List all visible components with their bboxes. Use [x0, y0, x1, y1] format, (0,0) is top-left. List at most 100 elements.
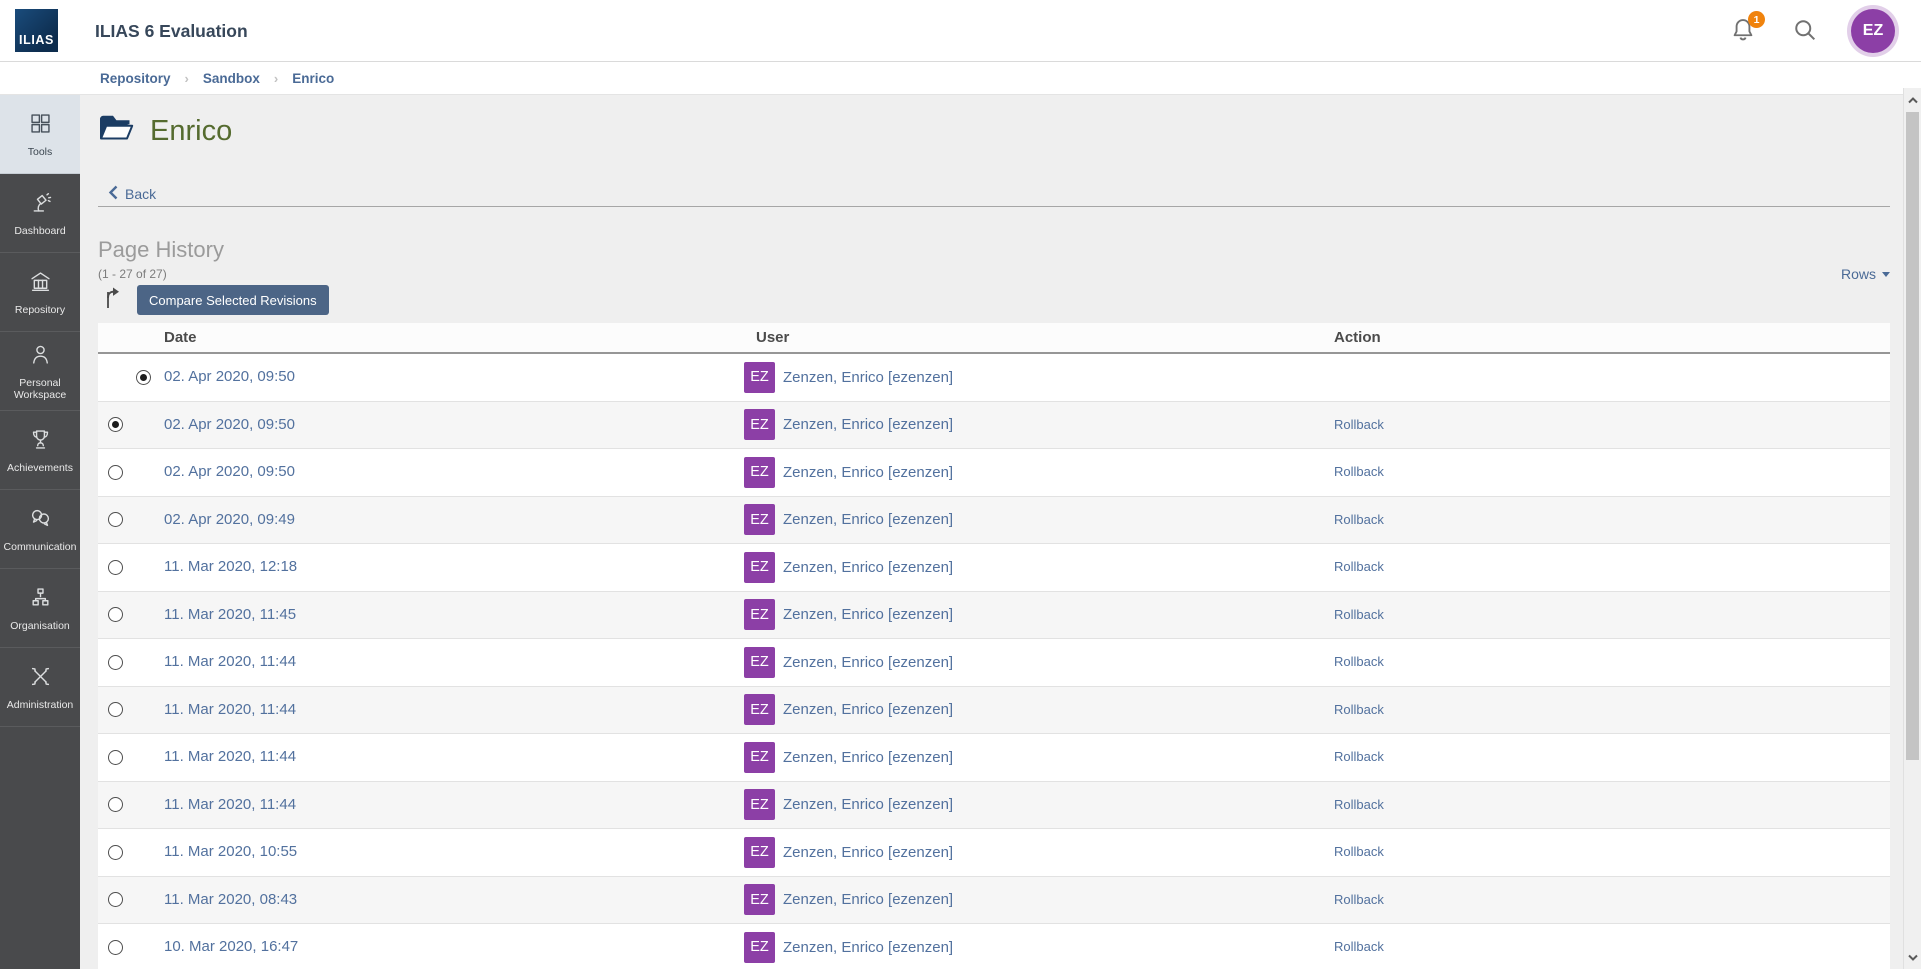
revision-radio[interactable]	[108, 512, 123, 527]
user-link[interactable]: Zenzen, Enrico [ezenzen]	[783, 701, 953, 718]
sidebar-item-organisation[interactable]: Organisation	[0, 569, 80, 648]
revision-radio-cell	[98, 940, 164, 955]
object-header: Enrico	[98, 113, 232, 149]
breadcrumb-item-enrico[interactable]: Enrico	[292, 71, 334, 86]
user-link[interactable]: Zenzen, Enrico [ezenzen]	[783, 796, 953, 813]
user-link[interactable]: Zenzen, Enrico [ezenzen]	[783, 511, 953, 528]
revision-radio[interactable]	[108, 750, 123, 765]
breadcrumb-item-sandbox[interactable]: Sandbox	[203, 71, 260, 86]
rollback-link[interactable]: Rollback	[1334, 559, 1384, 574]
sidebar-item-repository[interactable]: Repository	[0, 253, 80, 332]
revision-radio[interactable]	[108, 797, 123, 812]
user-link[interactable]: Zenzen, Enrico [ezenzen]	[783, 416, 953, 433]
breadcrumb-item-repository[interactable]: Repository	[100, 71, 171, 86]
user-link[interactable]: Zenzen, Enrico [ezenzen]	[783, 606, 953, 623]
radio-slot-1	[108, 702, 136, 717]
user-cell: EZZenzen, Enrico [ezenzen]	[744, 884, 1334, 915]
user-avatar[interactable]: EZ	[1851, 9, 1895, 53]
user-link[interactable]: Zenzen, Enrico [ezenzen]	[783, 654, 953, 671]
rollback-link[interactable]: Rollback	[1334, 464, 1384, 479]
user-link[interactable]: Zenzen, Enrico [ezenzen]	[783, 891, 953, 908]
revision-date-link[interactable]: 11. Mar 2020, 11:44	[164, 796, 296, 813]
sidebar-item-label: Achievements	[5, 463, 75, 475]
revision-date-link[interactable]: 11. Mar 2020, 11:44	[164, 653, 296, 670]
main-content: Enrico Back Page History (1 - 27 of 27) …	[80, 95, 1903, 969]
sidebar-item-achievements[interactable]: Achievements	[0, 411, 80, 490]
revision-radio[interactable]	[108, 465, 123, 480]
rollback-link[interactable]: Rollback	[1334, 654, 1384, 669]
revision-radio[interactable]	[108, 940, 123, 955]
revision-date-link[interactable]: 11. Mar 2020, 11:45	[164, 606, 296, 623]
rollback-link[interactable]: Rollback	[1334, 844, 1384, 859]
revision-date-link[interactable]: 11. Mar 2020, 10:55	[164, 843, 297, 860]
search-icon	[1791, 16, 1819, 47]
rollback-link[interactable]: Rollback	[1334, 892, 1384, 907]
revision-date-link[interactable]: 02. Apr 2020, 09:50	[164, 416, 295, 433]
sidebar-item-personal-workspace[interactable]: Personal Workspace	[0, 332, 80, 411]
ilias-logo[interactable]: ILIAS	[15, 9, 58, 52]
rollback-link[interactable]: Rollback	[1334, 749, 1384, 764]
scroll-down-arrow[interactable]	[1904, 949, 1921, 965]
sidebar-item-label: Repository	[13, 305, 67, 317]
rollback-link[interactable]: Rollback	[1334, 702, 1384, 717]
logo-text: ILIAS	[19, 33, 54, 47]
rollback-link[interactable]: Rollback	[1334, 797, 1384, 812]
scrollbar-thumb[interactable]	[1906, 112, 1919, 760]
rollback-link[interactable]: Rollback	[1334, 607, 1384, 622]
user-link[interactable]: Zenzen, Enrico [ezenzen]	[783, 369, 953, 386]
user-cell: EZZenzen, Enrico [ezenzen]	[744, 504, 1334, 535]
revision-date-link[interactable]: 02. Apr 2020, 09:50	[164, 368, 295, 385]
revision-radio[interactable]	[108, 655, 123, 670]
date-cell: 11. Mar 2020, 11:44	[164, 653, 744, 671]
sidebar-item-administration[interactable]: Administration	[0, 648, 80, 727]
revision-radio[interactable]	[108, 607, 123, 622]
vertical-scrollbar[interactable]	[1903, 88, 1921, 969]
sidebar-item-tools[interactable]: Tools	[0, 95, 80, 174]
revision-radio[interactable]	[108, 892, 123, 907]
sidebar-item-label: Communication	[2, 542, 79, 554]
scroll-up-arrow[interactable]	[1904, 92, 1921, 108]
action-cell: Rollback	[1334, 511, 1890, 529]
revision-date-link[interactable]: 11. Mar 2020, 12:18	[164, 558, 297, 575]
revision-radio[interactable]	[136, 370, 151, 385]
revision-radio[interactable]	[108, 845, 123, 860]
revision-radio[interactable]	[108, 560, 123, 575]
chevron-right-icon: ›	[274, 71, 278, 86]
range-info: (1 - 27 of 27)	[98, 267, 167, 281]
date-cell: 10. Mar 2020, 16:47	[164, 938, 744, 956]
page-title: Enrico	[150, 115, 232, 148]
compare-selected-revisions-button[interactable]: Compare Selected Revisions	[137, 285, 329, 315]
revision-radio[interactable]	[108, 702, 123, 717]
user-link[interactable]: Zenzen, Enrico [ezenzen]	[783, 464, 953, 481]
back-label: Back	[125, 186, 156, 202]
rows-dropdown[interactable]: Rows	[1841, 266, 1890, 282]
revision-date-link[interactable]: 11. Mar 2020, 11:44	[164, 748, 296, 765]
back-link[interactable]: Back	[108, 185, 156, 203]
user-link[interactable]: Zenzen, Enrico [ezenzen]	[783, 749, 953, 766]
user-link[interactable]: Zenzen, Enrico [ezenzen]	[783, 939, 953, 956]
revision-date-link[interactable]: 11. Mar 2020, 11:44	[164, 701, 296, 718]
sidebar-item-communication[interactable]: Communication	[0, 490, 80, 569]
rollback-link[interactable]: Rollback	[1334, 417, 1384, 432]
search-button[interactable]	[1789, 15, 1821, 47]
revision-date-link[interactable]: 10. Mar 2020, 16:47	[164, 938, 298, 955]
sidebar-item-dashboard[interactable]: Dashboard	[0, 174, 80, 253]
sidebar-item-label: Tools	[26, 147, 55, 159]
rollback-link[interactable]: Rollback	[1334, 939, 1384, 954]
revision-date-link[interactable]: 02. Apr 2020, 09:50	[164, 463, 295, 480]
user-cell: EZZenzen, Enrico [ezenzen]	[744, 409, 1334, 440]
revision-date-link[interactable]: 11. Mar 2020, 08:43	[164, 891, 297, 908]
main-sidebar: Tools Dashboard Repository Personal Workspa…	[0, 95, 80, 969]
column-header-action: Action	[1334, 329, 1890, 346]
person-icon	[27, 341, 54, 373]
user-link[interactable]: Zenzen, Enrico [ezenzen]	[783, 559, 953, 576]
user-link[interactable]: Zenzen, Enrico [ezenzen]	[783, 844, 953, 861]
notifications-button[interactable]: 1	[1727, 15, 1759, 47]
org-chart-icon	[27, 584, 54, 616]
date-cell: 02. Apr 2020, 09:50	[164, 368, 744, 386]
revision-date-link[interactable]: 02. Apr 2020, 09:49	[164, 511, 295, 528]
rollback-link[interactable]: Rollback	[1334, 512, 1384, 527]
radio-slot-2	[136, 845, 164, 860]
revision-radio[interactable]	[108, 417, 123, 432]
table-row: 11. Mar 2020, 11:44EZZenzen, Enrico [eze…	[98, 782, 1890, 830]
